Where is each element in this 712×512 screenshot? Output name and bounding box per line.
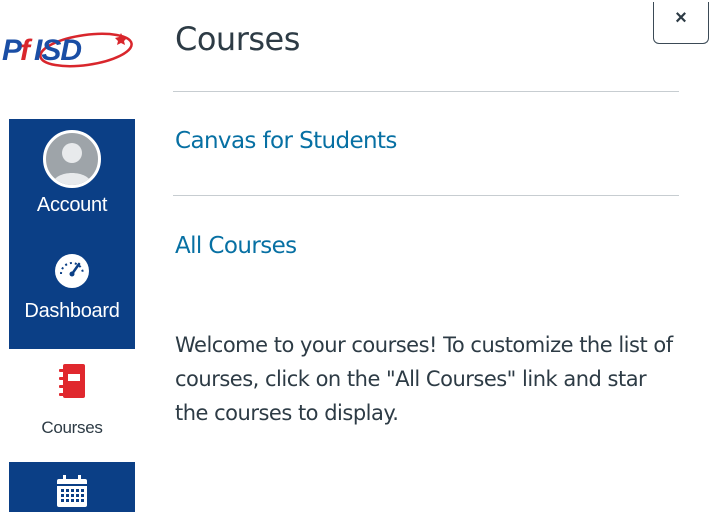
global-nav-calendar[interactable]	[9, 474, 135, 512]
svg-text:f: f	[20, 34, 33, 67]
notebook-icon	[57, 362, 87, 400]
global-nav-courses-label: Courses	[41, 418, 103, 437]
canvas-courses-page: P f ISD Account Dashboard Courses Course…	[0, 0, 712, 512]
close-icon: ×	[675, 7, 687, 29]
global-nav-account[interactable]: Account	[9, 130, 135, 230]
district-logo[interactable]: P f ISD	[0, 24, 140, 72]
global-nav-courses[interactable]: Courses	[9, 362, 135, 458]
close-tray-button[interactable]: ×	[653, 2, 709, 44]
tray-divider	[173, 91, 679, 92]
canvas-for-students-link[interactable]: Canvas for Students	[175, 128, 397, 154]
courses-welcome-message: Welcome to your courses! To customize th…	[175, 333, 673, 425]
tray-divider	[173, 195, 679, 196]
district-logo-image: P f ISD	[2, 32, 133, 68]
calendar-icon	[55, 474, 89, 508]
global-nav-account-label: Account	[36, 194, 108, 216]
svg-text:ISD: ISD	[34, 34, 81, 67]
tray-title: Courses	[175, 20, 300, 58]
all-courses-link[interactable]: All Courses	[175, 233, 297, 259]
global-nav-dashboard[interactable]: Dashboard	[9, 252, 135, 342]
speedometer-icon	[53, 252, 91, 290]
global-nav-dashboard-label: Dashboard	[24, 300, 120, 322]
user-avatar-icon	[43, 130, 101, 188]
